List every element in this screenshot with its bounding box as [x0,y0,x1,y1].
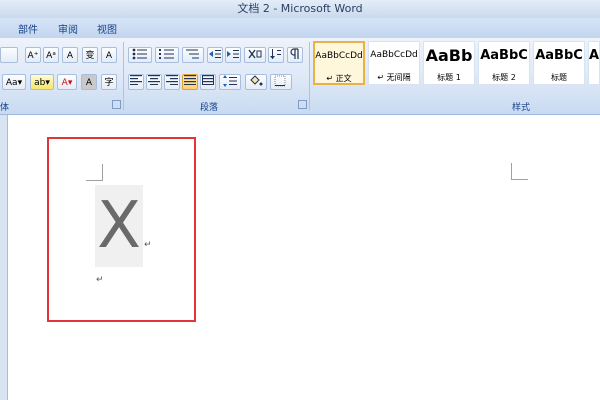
style-sample: AaBbCcDd [315,51,363,61]
paragraph-group-label: 段落 [200,103,219,113]
style-name: ↵ 正文 [326,74,352,83]
style-heading-1[interactable]: AaBb 标题 1 [423,41,475,85]
style-sample: AaBb [425,46,473,65]
justify-button[interactable] [182,74,198,90]
numbering-button[interactable] [155,47,179,63]
annotation-highlight-box [47,137,196,322]
ribbon: A⁺ Aᵃ A 变 A Aa▾ ab▾ A▾ A 字 体 段落 AaBbCcDd… [0,38,600,115]
multilevel-list-button[interactable] [182,47,204,63]
align-center-button[interactable] [146,74,162,90]
shrink-font-button[interactable]: Aᵃ [43,47,59,63]
increase-indent-button[interactable] [225,47,241,63]
align-left-icon [130,75,142,85]
decrease-indent-icon [209,50,221,58]
font-group-label: 体 [0,103,10,113]
multilevel-list-icon [186,49,199,59]
style-heading-2[interactable]: AaBbC 标题 2 [478,41,530,85]
char-shading-button[interactable]: A [81,74,97,90]
increase-indent-icon [227,50,239,58]
style-name: 标题 2 [492,73,516,82]
tab-review[interactable]: 审阅 [58,21,78,36]
bullets-icon [132,48,147,60]
styles-group-label: 样式 [512,103,531,113]
style-sample: AaBbCcDd [370,50,418,60]
grow-font-button[interactable]: A⁺ [25,47,41,63]
tab-parts[interactable]: 部件 [18,21,38,36]
style-sample: AaBbC [535,48,583,63]
line-spacing-icon [223,75,237,87]
bullets-button[interactable] [128,47,152,63]
distributed-button[interactable] [200,74,216,90]
style-name: ↵ 无间隔 [377,73,411,82]
font-color-button[interactable]: A▾ [57,74,77,90]
paragraph-mark-icon [290,48,299,59]
vertical-ruler [0,115,8,400]
style-sample: A [589,48,599,63]
group-separator [123,42,124,110]
char-border-button[interactable]: A [101,47,117,63]
clear-format-button[interactable]: A [62,47,78,63]
style-normal[interactable]: AaBbCcDd ↵ 正文 [313,41,365,85]
decrease-indent-button[interactable] [207,47,223,63]
title-bar: 文档 2 - Microsoft Word [0,0,600,18]
distributed-icon [202,75,214,85]
borders-button[interactable] [270,74,292,90]
phonetic-guide-button[interactable]: 变 [82,47,98,63]
align-right-button[interactable] [164,74,180,90]
sort-button[interactable] [268,47,284,63]
align-left-button[interactable] [128,74,144,90]
sort-icon [270,49,281,59]
paragraph-dialog-launcher[interactable] [298,100,307,109]
font-size-dropdown[interactable] [0,47,18,63]
chinese-layout-icon [248,49,262,59]
line-spacing-button[interactable] [219,74,241,90]
window-title: 文档 2 - Microsoft Word [237,2,363,15]
style-no-spacing[interactable]: AaBbCcDd ↵ 无间隔 [368,41,420,85]
style-name: 标题 [551,73,567,82]
font-dialog-launcher[interactable] [112,100,121,109]
numbering-icon [159,49,174,59]
style-name: 标题 1 [437,73,461,82]
paint-bucket-icon [250,75,263,86]
enclose-char-button[interactable]: 字 [101,74,117,90]
crop-mark-top-right [511,163,528,180]
align-center-icon [148,75,160,85]
justify-icon [184,75,196,85]
change-case-button[interactable]: Aa▾ [2,74,26,90]
style-title[interactable]: AaBbC 标题 [533,41,585,85]
tab-view[interactable]: 视图 [97,21,117,36]
align-right-icon [166,75,178,85]
style-sample: AaBbC [480,48,528,63]
style-more[interactable]: A [588,41,600,85]
group-separator [309,42,310,110]
ribbon-tabs: 部件 审阅 视图 [0,18,600,38]
highlight-color-button[interactable]: ab▾ [30,74,54,90]
show-marks-button[interactable] [287,47,303,63]
shading-button[interactable] [245,74,267,90]
chinese-layout-button[interactable] [244,47,266,63]
borders-icon [274,75,286,87]
styles-gallery: AaBbCcDd ↵ 正文 AaBbCcDd ↵ 无间隔 AaBb 标题 1 A… [313,41,600,91]
